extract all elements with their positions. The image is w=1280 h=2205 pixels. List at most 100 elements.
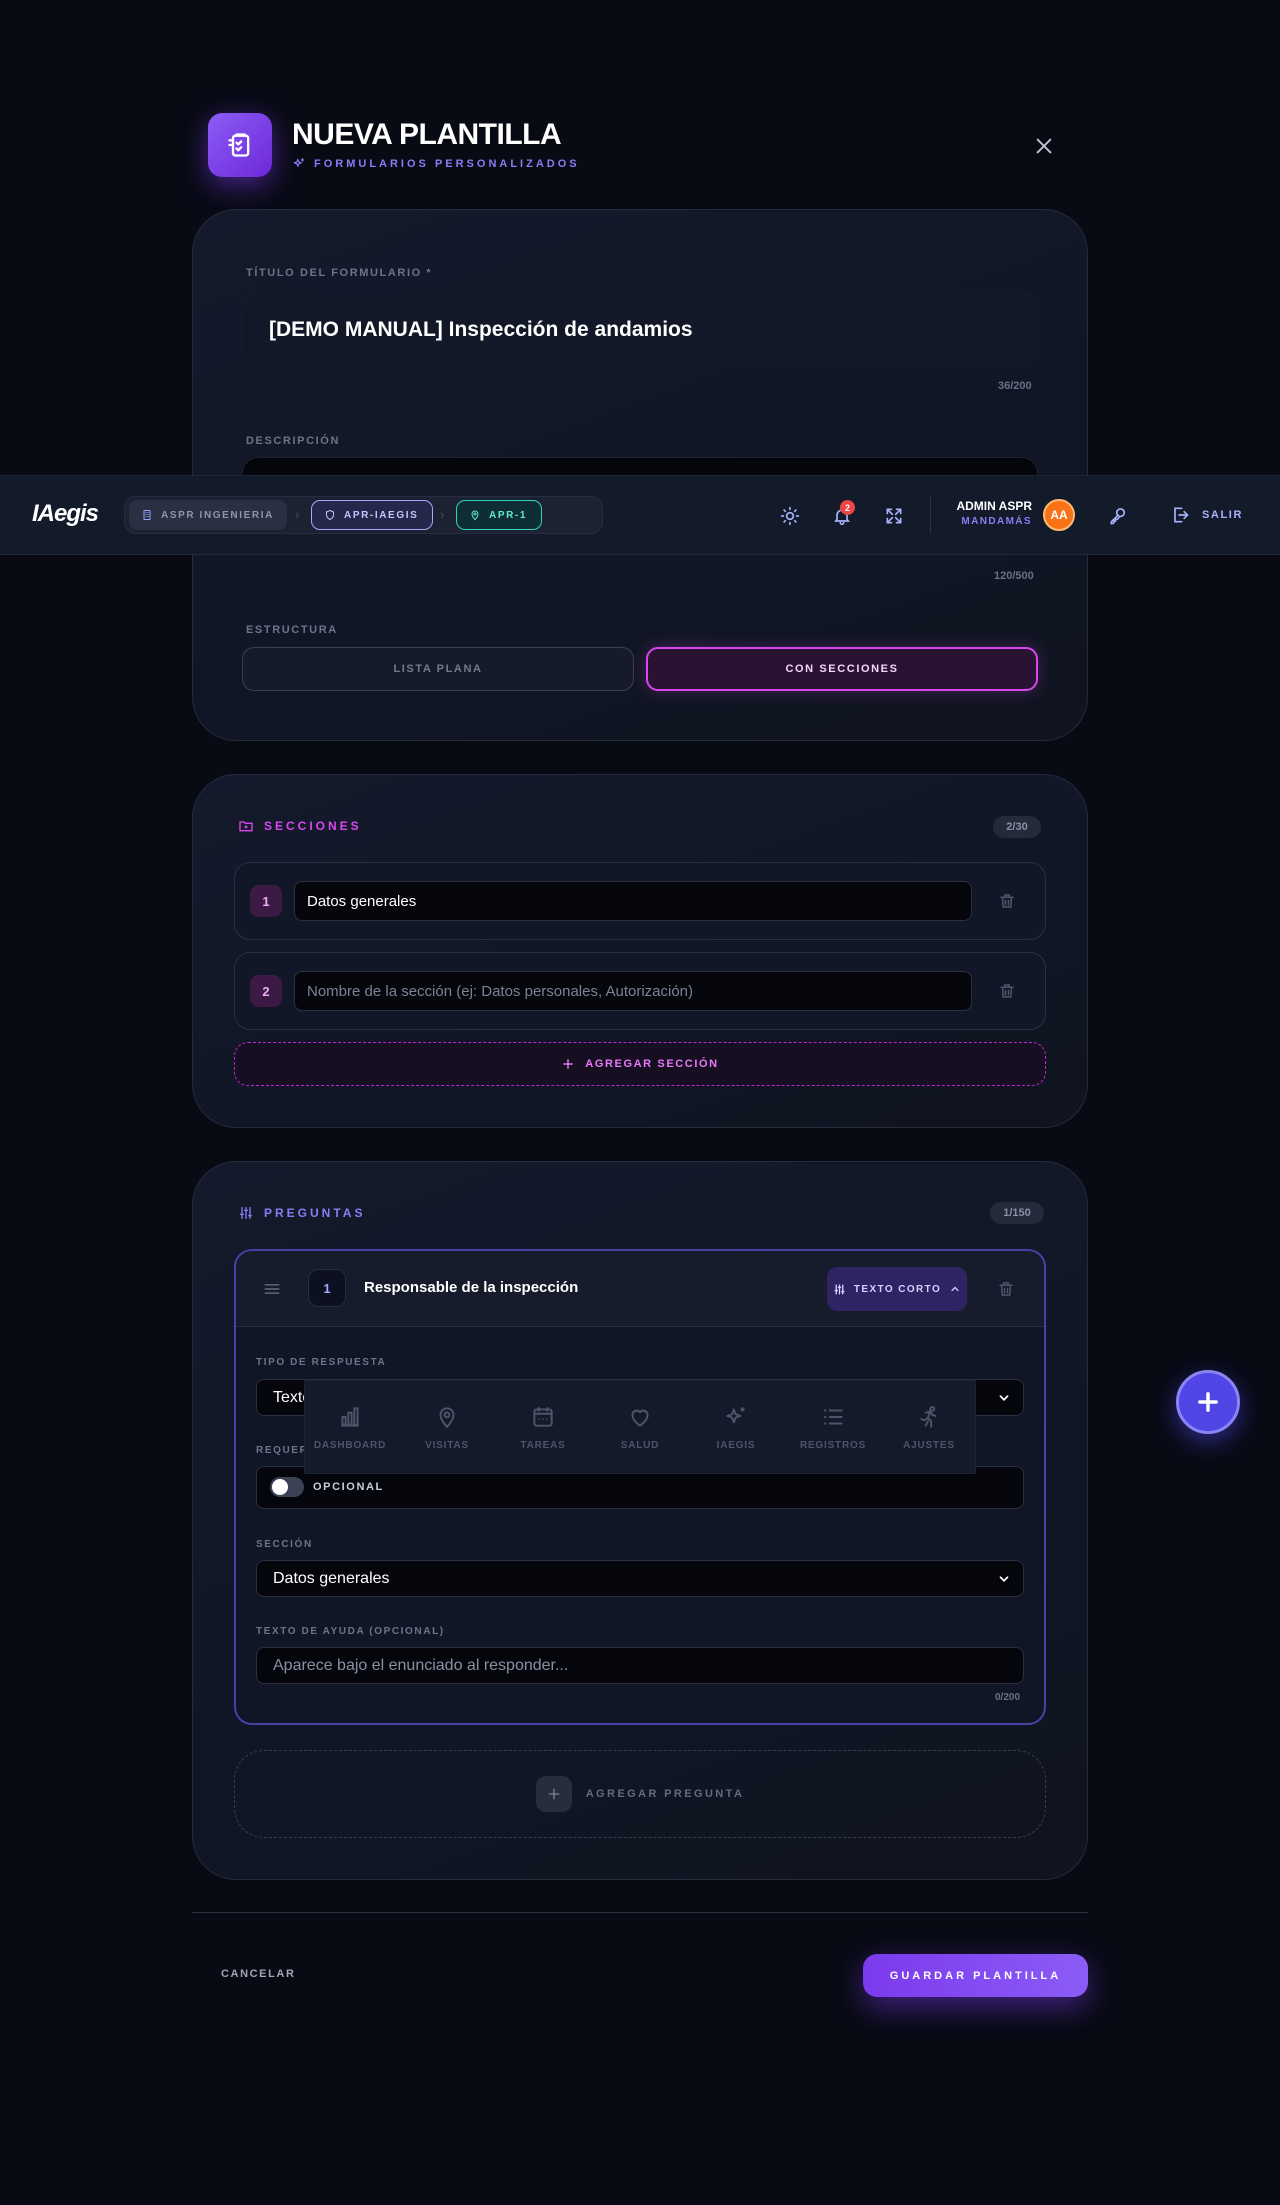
section-number: 2: [250, 975, 282, 1007]
add-question-button[interactable]: AGREGAR PREGUNTA: [234, 1750, 1046, 1838]
tab-registros[interactable]: REGISTROS: [785, 1380, 881, 1474]
bar-chart-icon: [341, 1406, 359, 1427]
sun-icon: [780, 506, 800, 526]
tab-salud[interactable]: SALUD: [592, 1380, 688, 1474]
section-name-placeholder: Nombre de la sección (ej: Datos personal…: [307, 982, 694, 1000]
question-title: Responsable de la inspección: [364, 1279, 579, 1296]
page-title: NUEVA PLANTILLA: [292, 118, 562, 151]
password-button[interactable]: [1100, 498, 1136, 534]
fullscreen-button[interactable]: [876, 498, 912, 534]
add-section-label: AGREGAR SECCIÓN: [585, 1058, 719, 1070]
tab-dashboard[interactable]: DASHBOARD: [302, 1380, 398, 1474]
calendar-icon: [533, 1406, 553, 1427]
questions-count-badge: 1/150: [990, 1202, 1044, 1224]
section-name-input[interactable]: Datos generales: [294, 881, 972, 921]
close-button[interactable]: [1028, 130, 1060, 162]
question-type-toggle[interactable]: TEXTO CORTO: [827, 1267, 967, 1311]
trash-icon: [1000, 894, 1014, 908]
section-number: 1: [250, 885, 282, 917]
shield-icon: [326, 509, 334, 521]
sections-header-label: SECCIONES: [264, 819, 362, 833]
tab-visitas[interactable]: VISITAS: [399, 1380, 495, 1474]
structure-flat-list-button[interactable]: LISTA PLANA: [242, 647, 634, 691]
app-logo[interactable]: IAegis: [32, 500, 99, 528]
trash-icon: [1000, 984, 1014, 998]
questions-header-label: PREGUNTAS: [264, 1206, 366, 1220]
delete-question-button[interactable]: [991, 1274, 1021, 1304]
plus-icon: [563, 1059, 574, 1069]
breadcrumb-company[interactable]: ASPR INGENIERIA: [129, 500, 287, 530]
expand-icon: [886, 508, 902, 524]
add-question-label: AGREGAR PREGUNTA: [585, 1788, 745, 1800]
breadcrumb-site[interactable]: APR-1: [456, 500, 542, 530]
breadcrumb-company-label: ASPR INGENIERIA: [161, 509, 274, 521]
question-number: 1: [308, 1269, 346, 1307]
structure-with-sections-button[interactable]: CON SECCIONES: [646, 647, 1038, 691]
user-role: MANDAMÁS: [961, 516, 1032, 527]
chevron-down-icon: [999, 1575, 1009, 1582]
floating-add-button[interactable]: [1176, 1370, 1240, 1434]
trash-icon: [999, 1282, 1013, 1296]
map-pin-icon: [471, 510, 479, 521]
section-name-value: Datos generales: [307, 892, 417, 910]
chevron-up-icon: [951, 1286, 959, 1292]
tab-label: TAREAS: [520, 1439, 566, 1451]
building-icon: [143, 510, 151, 520]
add-section-button[interactable]: AGREGAR SECCIÓN: [234, 1042, 1046, 1086]
tab-label: SALUD: [620, 1439, 660, 1451]
help-text-label: TEXTO DE AYUDA (OPCIONAL): [256, 1626, 445, 1637]
avatar[interactable]: AA: [1043, 499, 1075, 531]
logout-label: SALIR: [1202, 509, 1243, 521]
logout-icon: [1174, 507, 1189, 523]
tab-label: REGISTROS: [799, 1439, 867, 1451]
breadcrumb-separator-icon: ›: [295, 507, 300, 522]
description-counter: 120/500: [994, 570, 1034, 582]
section-select[interactable]: Datos generales: [256, 1560, 1024, 1597]
folder-icon: [239, 821, 253, 832]
sliders-icon: [834, 1283, 845, 1295]
key-icon: [1110, 508, 1126, 525]
description-label: DESCRIPCIÓN: [246, 435, 340, 447]
structure-label: ESTRUCTURA: [246, 624, 338, 636]
tab-label: AJUSTES: [903, 1439, 955, 1451]
map-pin-icon: [439, 1406, 455, 1428]
required-state-label: OPCIONAL: [313, 1481, 384, 1493]
help-text-counter: 0/200: [995, 1692, 1021, 1703]
title-counter: 36/200: [998, 380, 1032, 392]
delete-section-button[interactable]: [992, 886, 1022, 916]
logout-button[interactable]: SALIR: [1170, 502, 1243, 528]
title-input[interactable]: [DEMO MANUAL] Inspección de andamios: [242, 292, 1038, 368]
title-input-value: [DEMO MANUAL] Inspección de andamios: [269, 318, 693, 341]
running-person-icon: [920, 1405, 937, 1428]
help-text-input[interactable]: Aparece bajo el enunciado al responder..…: [256, 1647, 1024, 1684]
drag-handle-icon[interactable]: [262, 1279, 282, 1304]
list-icon: [823, 1409, 843, 1424]
navbar-divider: [930, 496, 931, 534]
plus-icon: [1198, 1392, 1218, 1412]
tab-ajustes[interactable]: AJUSTES: [881, 1380, 977, 1474]
sections-header: SECCIONES: [238, 818, 362, 834]
tab-label: IAEGIS: [716, 1439, 756, 1451]
breadcrumb-project-label: APR-IAEGIS: [344, 509, 419, 521]
sections-count-badge: 2/30: [993, 816, 1041, 838]
tab-tareas[interactable]: TAREAS: [495, 1380, 591, 1474]
plus-icon: [535, 1776, 572, 1812]
chevron-down-icon: [999, 1394, 1009, 1401]
sparkles-icon: [293, 158, 305, 167]
section-select-label: SECCIÓN: [256, 1539, 313, 1550]
close-icon: [1036, 138, 1052, 154]
help-text-placeholder: Aparece bajo el enunciado al responder..…: [273, 1656, 569, 1674]
footer-divider: [192, 1912, 1088, 1913]
page-subtitle: FORMULARIOS PERSONALIZADOS: [292, 157, 580, 171]
theme-toggle-button[interactable]: [772, 498, 808, 534]
sliders-icon: [240, 1207, 252, 1219]
response-type-label: TIPO DE RESPUESTA: [256, 1357, 387, 1368]
cancel-button[interactable]: CANCELAR: [221, 1968, 296, 1980]
tab-iaegis[interactable]: IAEGIS: [688, 1380, 784, 1474]
save-template-button[interactable]: GUARDAR PLANTILLA: [863, 1954, 1088, 1997]
tab-label: VISITAS: [425, 1439, 469, 1451]
delete-section-button[interactable]: [992, 976, 1022, 1006]
breadcrumb-project[interactable]: APR-IAEGIS: [311, 500, 433, 530]
sparkles-icon: [726, 1406, 745, 1423]
section-name-input[interactable]: Nombre de la sección (ej: Datos personal…: [294, 971, 972, 1011]
